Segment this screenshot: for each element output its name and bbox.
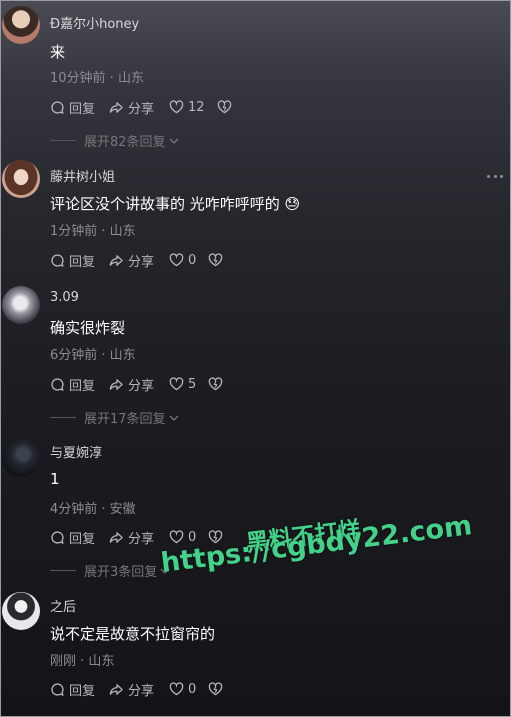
heart-icon [169,530,184,544]
more-options-button[interactable] [487,173,503,179]
reply-button[interactable]: 回复 [50,251,95,270]
like-button[interactable]: 5 [169,377,196,392]
share-icon [109,378,123,390]
comment-icon [51,530,64,544]
heart-icon [169,253,184,267]
like-button[interactable]: 0 [169,253,196,268]
comment-actions: 回复 分享 5 [50,374,223,394]
comment-meta: 6分钟前 · 山东 [50,348,136,363]
comment-icon [51,253,64,267]
comment-username[interactable]: Ð嘉尔小honey [50,13,139,32]
share-label: 分享 [128,683,155,699]
avatar[interactable] [2,286,40,324]
comment-username[interactable]: 之后 [50,596,76,615]
dislike-button[interactable] [208,253,223,267]
comment-actions: 回复 分享 12 [50,97,232,117]
avatar[interactable] [2,6,40,44]
reply-label: 回复 [69,683,96,699]
share-label: 分享 [128,101,155,117]
heart-icon [169,377,184,391]
expand-replies-button[interactable]: 展开82条回复 [50,131,180,150]
share-button[interactable]: 分享 [108,680,154,699]
avatar[interactable] [2,592,40,630]
avatar[interactable] [2,160,40,198]
comment-text: 1 [50,470,60,488]
share-button[interactable]: 分享 [108,251,154,270]
comment-meta: 1分钟前 · 山东 [50,224,136,239]
expand-replies-label: 展开82条回复 [84,135,166,150]
comment-text: 确实很炸裂 [50,319,126,337]
reply-button[interactable]: 回复 [50,528,95,547]
share-icon [109,683,123,695]
dislike-icon [217,100,231,114]
share-icon [109,101,123,113]
comment-username[interactable]: 3.09 [50,290,79,305]
chevron-down-icon [169,138,179,144]
like-count: 0 [188,252,197,268]
avatar[interactable] [2,439,40,477]
like-button[interactable]: 0 [169,530,196,545]
comment-meta: 4分钟前 · 安徽 [50,502,136,517]
dislike-button[interactable] [208,377,223,391]
like-button[interactable]: 12 [169,100,205,115]
like-button[interactable]: 0 [169,682,196,697]
chevron-down-icon [169,415,179,421]
comment-meta: 刚刚 · 山东 [50,654,115,669]
reply-button[interactable]: 回复 [50,98,95,117]
comment-username[interactable]: 与夏婉淳 [50,442,102,461]
divider [50,140,76,141]
comment-username[interactable]: 藤井树小姐 [50,166,115,185]
comment-text: 来 [50,43,66,61]
dislike-button[interactable] [208,682,223,696]
share-button[interactable]: 分享 [108,528,154,547]
divider [50,570,76,571]
comment-icon [51,682,64,696]
heart-icon [169,682,184,696]
comment-actions: 回复 分享 0 [50,250,223,270]
share-label: 分享 [128,254,155,270]
dislike-button[interactable] [217,100,232,114]
comment-actions: 回复 分享 0 [50,679,223,699]
reply-label: 回复 [69,531,96,547]
expand-replies-button[interactable]: 展开17条回复 [50,408,180,427]
dislike-icon [209,377,223,391]
reply-label: 回复 [69,101,96,117]
reply-button[interactable]: 回复 [50,375,95,394]
heart-icon [169,100,184,114]
comment-text: 评论区没个讲故事的 光咋咋呼呼的 😓 [50,195,301,213]
expand-replies-label: 展开3条回复 [84,565,158,580]
like-count: 0 [188,529,197,545]
comment-meta: 10分钟前 · 山东 [50,71,144,86]
divider [50,417,76,418]
reply-label: 回复 [69,254,96,270]
dislike-icon [209,253,223,267]
share-label: 分享 [128,531,155,547]
dislike-icon [209,682,223,696]
share-button[interactable]: 分享 [108,375,154,394]
like-count: 0 [188,681,197,697]
share-label: 分享 [128,378,155,394]
reply-button[interactable]: 回复 [50,680,95,699]
comment-text: 说不定是故意不拉窗帘的 [50,625,216,643]
expand-replies-button[interactable]: 展开3条回复 [50,561,171,580]
like-count: 5 [188,376,197,392]
reply-label: 回复 [69,378,96,394]
like-count: 12 [188,99,205,115]
share-icon [109,531,123,543]
comment-icon [51,377,64,391]
share-icon [109,254,123,266]
more-icon [487,174,490,178]
share-button[interactable]: 分享 [108,98,154,117]
comment-icon [51,100,64,114]
expand-replies-label: 展开17条回复 [84,412,166,427]
